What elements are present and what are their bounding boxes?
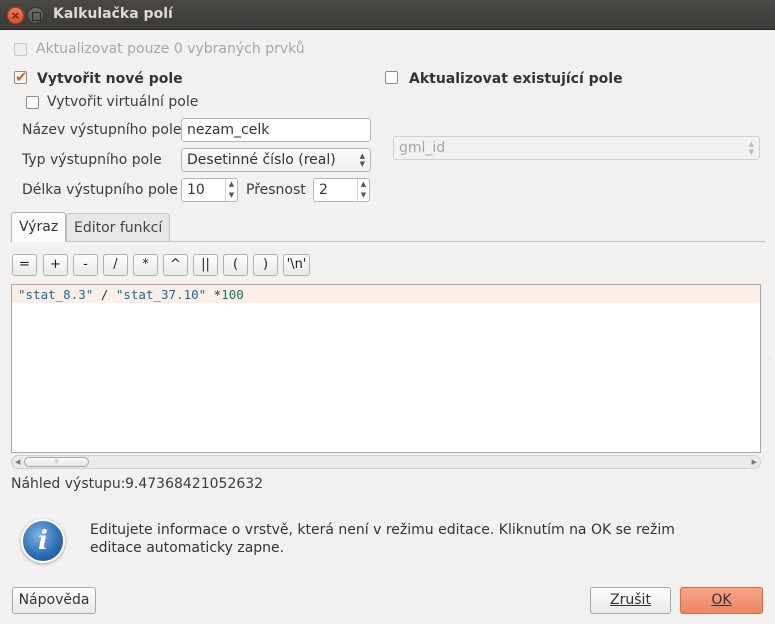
expression-operator-1: / (93, 287, 116, 302)
cancel-button[interactable]: Zrušit (590, 587, 671, 614)
output-length-spinbox[interactable]: 10 ▲ ▼ (181, 178, 238, 202)
cancel-button-label: Zrušit (610, 592, 651, 608)
preview-label: Náhled výstupu: (11, 476, 126, 492)
operator-close-paren-button[interactable]: ) (253, 254, 278, 276)
spin-up-icon[interactable]: ▲ (357, 179, 369, 190)
precision-value: 2 (319, 182, 328, 198)
info-message: Editujete informace o vrstvě, která není… (90, 522, 675, 556)
update-selected-label: Aktualizovat pouze 0 vybraných prvků (36, 41, 305, 57)
operator-plus-button[interactable]: + (43, 254, 68, 276)
update-existing-checkbox[interactable] (385, 71, 398, 84)
existing-field-combo[interactable]: gml_id ▲ ▼ (393, 136, 760, 160)
operator-multiply-button[interactable]: * (133, 254, 158, 276)
splitter-grip-icon[interactable]: ⋮ (766, 355, 774, 364)
expression-field-1: "stat_8.3" (18, 287, 94, 302)
output-name-input[interactable]: nezam_celk (181, 118, 371, 142)
spin-down-icon[interactable]: ▼ (225, 190, 237, 201)
window-minimize-button[interactable] (27, 7, 44, 24)
expression-operator-2: * (206, 287, 222, 302)
tab-function-editor[interactable]: Editor funkcí (66, 213, 171, 242)
operator-divide-button[interactable]: / (103, 254, 128, 276)
window-close-button[interactable]: × (7, 7, 24, 24)
tab-expression[interactable]: Výraz (11, 212, 67, 242)
editor-horizontal-scrollbar[interactable]: ◀ ⦙⦙⦙ ▶ (11, 455, 761, 469)
close-icon: × (10, 9, 21, 22)
output-type-value: Desetinné číslo (real) (187, 152, 336, 168)
operator-power-button[interactable]: ^ (163, 254, 188, 276)
window-title: Kalkulačka polí (53, 6, 173, 22)
info-icon: i (21, 519, 65, 563)
output-length-label: Délka výstupního pole (22, 182, 178, 198)
create-new-field-label: Vytvořit nové pole (37, 71, 183, 87)
output-type-label: Typ výstupního pole (22, 152, 162, 168)
help-button[interactable]: Nápověda (12, 587, 96, 614)
chevron-updown-icon: ▲ ▼ (359, 152, 365, 168)
create-virtual-checkbox[interactable] (26, 96, 39, 109)
existing-field-value: gml_id (399, 140, 446, 156)
output-length-value: 10 (187, 182, 205, 198)
precision-spinbox[interactable]: 2 ▲ ▼ (313, 178, 370, 202)
chevron-updown-icon: ▲ ▼ (748, 140, 754, 156)
precision-label: Přesnost (246, 182, 306, 198)
operator-equals-button[interactable]: = (12, 254, 37, 276)
help-button-label: Nápověda (18, 592, 90, 608)
create-virtual-label: Vytvořit virtuální pole (47, 94, 199, 110)
scroll-right-icon[interactable]: ▶ (752, 457, 757, 467)
operator-minus-button[interactable]: - (73, 254, 98, 276)
operator-open-paren-button[interactable]: ( (223, 254, 248, 276)
expression-number: 100 (221, 287, 244, 302)
spin-up-icon[interactable]: ▲ (225, 179, 237, 190)
title-bar: × Kalkulačka polí (0, 0, 775, 30)
expression-code: "stat_8.3" / "stat_37.10" *100 (18, 287, 244, 302)
expression-editor[interactable]: "stat_8.3" / "stat_37.10" *100 (11, 284, 761, 453)
operator-concat-button[interactable]: || (193, 254, 218, 276)
update-selected-checkbox[interactable] (14, 43, 27, 56)
output-type-combo[interactable]: Desetinné číslo (real) ▲ ▼ (181, 148, 371, 172)
preview-value: 9.47368421052632 (125, 476, 264, 492)
spin-down-icon[interactable]: ▼ (357, 190, 369, 201)
output-name-label: Název výstupního pole (22, 122, 182, 138)
create-new-field-checkbox[interactable] (14, 68, 28, 86)
scrollbar-thumb[interactable]: ⦙⦙⦙ (24, 457, 89, 467)
ok-button[interactable]: OK (680, 587, 763, 614)
update-existing-label: Aktualizovat existující pole (409, 71, 623, 87)
scroll-left-icon[interactable]: ◀ (15, 457, 20, 467)
operator-newline-button[interactable]: '\n' (283, 254, 310, 276)
expression-field-2: "stat_37.10" (115, 287, 207, 302)
ok-button-label: OK (711, 592, 732, 608)
